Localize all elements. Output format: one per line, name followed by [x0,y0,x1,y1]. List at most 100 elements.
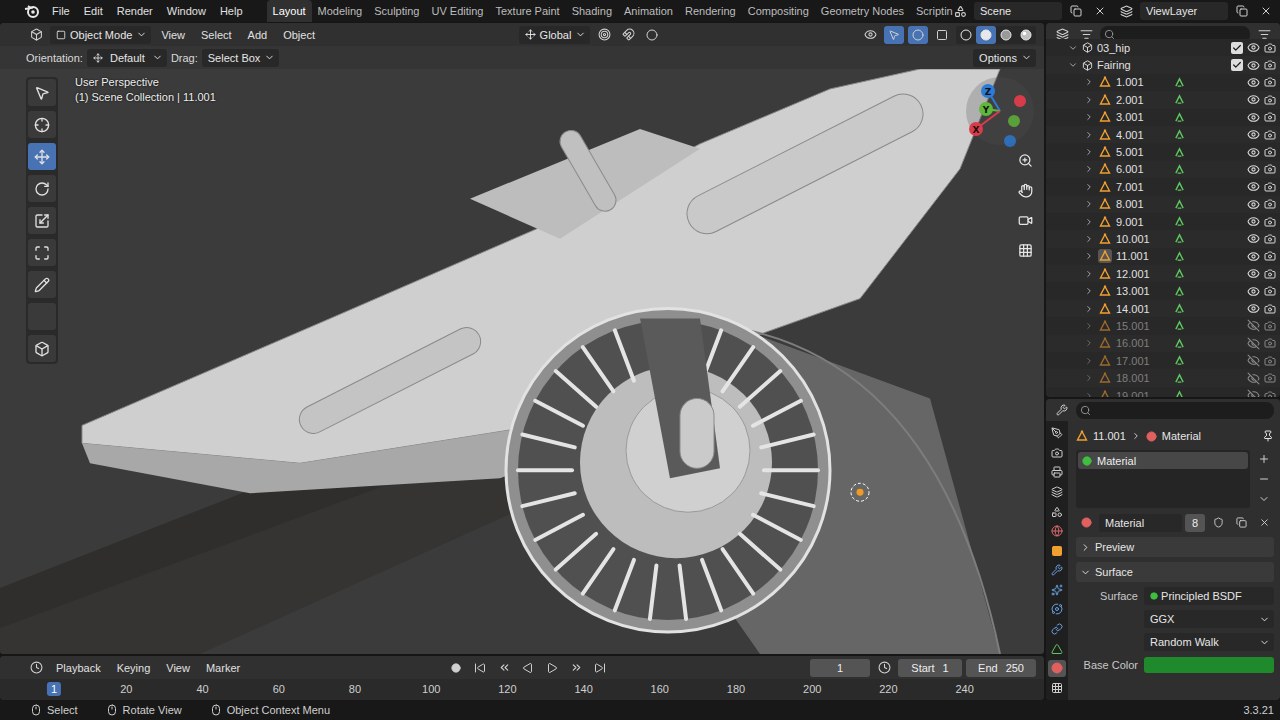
outliner-row[interactable]: Fairing [1046,56,1280,73]
pan-button[interactable] [1014,179,1036,201]
expand-arrow-icon[interactable] [1084,304,1094,314]
zoom-button[interactable] [1014,149,1036,171]
render-camera-icon[interactable] [1264,76,1276,88]
outliner-row[interactable]: 12.001 [1046,265,1280,282]
viewport-menu-item[interactable]: Object [277,27,321,43]
mesh-data-icon[interactable] [1174,233,1185,244]
expand-arrow-icon[interactable] [1084,356,1094,366]
editor-type-button[interactable] [26,26,46,44]
tool-button[interactable] [28,175,56,202]
surface-shader-field[interactable]: Principled BSDF [1144,587,1274,605]
properties-search[interactable] [1076,402,1274,419]
render-camera-icon[interactable] [1264,181,1276,193]
visibility-button[interactable] [860,26,880,44]
render-camera-icon[interactable] [1264,337,1276,349]
view-layer-remove-button[interactable] [1256,2,1276,20]
browse-material-button[interactable] [1076,514,1096,532]
proportional-button[interactable] [642,26,662,44]
tool-button[interactable] [28,303,56,330]
pivot-button[interactable] [594,26,614,44]
slot-specials-button[interactable] [1254,490,1274,508]
viewport-menu-item[interactable]: Add [242,27,274,43]
eye-closed-icon[interactable] [1247,354,1260,367]
workspace-tab[interactable]: Geometry Nodes [815,0,910,22]
eye-icon[interactable] [1247,111,1260,124]
expand-arrow-icon[interactable] [1068,60,1078,70]
panel-header[interactable]: Preview [1076,537,1274,557]
gizmo-toggle[interactable] [884,26,904,44]
editor-type-button[interactable] [1052,401,1072,419]
view-layer-browse-button[interactable] [1116,2,1136,20]
eye-icon[interactable] [1247,285,1260,298]
navigation-gizmo[interactable]: ZYX [960,71,1040,151]
mesh-data-icon[interactable] [1174,286,1185,297]
mesh-data-icon[interactable] [1174,77,1185,88]
xray-toggle[interactable] [932,26,952,44]
material-slot[interactable]: Material [1078,452,1248,469]
overlay-toggle[interactable] [908,26,928,44]
expand-arrow-icon[interactable] [1084,234,1094,244]
expand-arrow-icon[interactable] [1084,77,1094,87]
outliner-row[interactable]: 7.001 [1046,178,1280,195]
properties-tab[interactable] [1048,621,1066,638]
properties-tab[interactable] [1048,523,1066,540]
eye-closed-icon[interactable] [1247,389,1260,397]
mesh-data-icon[interactable] [1174,216,1185,227]
properties-tab[interactable] [1048,660,1066,677]
shading-button[interactable] [1016,26,1036,44]
expand-arrow-icon[interactable] [1084,182,1094,192]
expand-arrow-icon[interactable] [1084,373,1094,383]
play-reverse-button[interactable] [518,659,538,677]
eye-icon[interactable] [1247,93,1260,106]
outliner-row[interactable]: 18.001 [1046,369,1280,386]
frame-ruler[interactable]: 120406080100120140160180200220240 [0,679,1044,700]
mesh-data-icon[interactable] [1174,268,1185,279]
editor-type-button[interactable] [26,659,46,677]
eye-icon[interactable] [1247,198,1260,211]
mesh-data-icon[interactable] [1174,373,1185,384]
properties-tab[interactable] [1048,484,1066,501]
shading-button[interactable] [956,26,976,44]
eye-icon[interactable] [1247,128,1260,141]
outliner-row[interactable]: 14.001 [1046,300,1280,317]
scene-field[interactable]: Scene [974,2,1062,20]
distribution-dropdown[interactable]: GGX [1144,610,1274,628]
timeline-menu-item[interactable]: View [160,660,196,676]
snap-button[interactable] [618,26,638,44]
properties-tab[interactable] [1048,562,1066,579]
properties-tab[interactable] [1048,680,1066,697]
outliner-row[interactable]: 9.001 [1046,213,1280,230]
tool-button[interactable] [28,271,56,298]
workspace-tab[interactable]: Shading [566,0,618,22]
expand-arrow-icon[interactable] [1084,321,1094,331]
tool-button[interactable] [28,143,56,170]
outliner-row[interactable]: 5.001 [1046,143,1280,160]
drag-dropdown[interactable]: Select Box [202,49,280,67]
outliner-row[interactable]: 03_hip [1046,39,1280,56]
eye-icon[interactable] [1247,76,1260,89]
expand-arrow-icon[interactable] [1084,269,1094,279]
blender-logo-icon[interactable] [24,3,40,19]
preview-range-button[interactable] [874,659,894,677]
render-camera-icon[interactable] [1264,390,1276,398]
eye-icon[interactable] [1247,180,1260,193]
render-camera-icon[interactable] [1264,129,1276,141]
render-camera-icon[interactable] [1264,303,1276,315]
expand-arrow-icon[interactable] [1084,286,1094,296]
timeline-menu-item[interactable]: Marker [200,660,246,676]
render-camera-icon[interactable] [1264,320,1276,332]
mesh-data-icon[interactable] [1174,94,1185,105]
mesh-data-icon[interactable] [1174,338,1185,349]
unlink-material-button[interactable] [1254,514,1274,532]
workspace-tab[interactable]: Rendering [679,0,742,22]
outliner-row[interactable]: 2.001 [1046,91,1280,108]
outliner-row[interactable]: 11.001 [1046,248,1280,265]
workspace-tab[interactable]: Sculpting [368,0,425,22]
mesh-data-icon[interactable] [1174,199,1185,210]
eye-icon[interactable] [1247,59,1260,72]
outliner-row[interactable]: 13.001 [1046,282,1280,299]
current-frame-field[interactable]: 1 [810,659,870,677]
outliner-row[interactable]: 6.001 [1046,161,1280,178]
expand-arrow-icon[interactable] [1084,391,1094,398]
workspace-tab[interactable]: Compositing [742,0,815,22]
